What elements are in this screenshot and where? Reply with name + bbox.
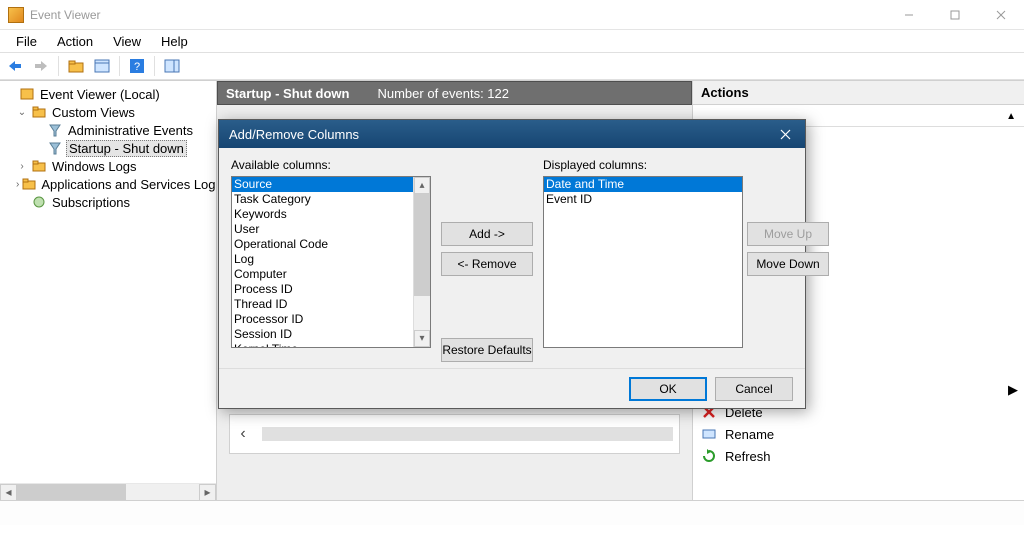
menu-help[interactable]: Help	[151, 32, 198, 51]
available-column-item[interactable]: Process ID	[232, 282, 430, 297]
tree-label: Applications and Services Log	[39, 177, 217, 192]
subscriptions-icon	[31, 194, 47, 210]
scroll-down-icon[interactable]: ▾	[414, 330, 430, 347]
available-column-item[interactable]: User	[232, 222, 430, 237]
tree-startup-shutdown[interactable]: Startup - Shut down	[0, 139, 216, 157]
tree-label: Administrative Events	[66, 123, 195, 138]
center-title: Startup - Shut down	[226, 86, 349, 101]
scroll-right-icon[interactable]: ▸	[199, 484, 216, 501]
tree-label: Startup - Shut down	[66, 140, 187, 157]
available-column-item[interactable]: Task Category	[232, 192, 430, 207]
folder-icon	[31, 104, 47, 120]
window-title: Event Viewer	[30, 8, 886, 22]
available-column-item[interactable]: Operational Code	[232, 237, 430, 252]
restore-defaults-button[interactable]: Restore Defaults	[441, 338, 533, 362]
tree-windows-logs[interactable]: › Windows Logs	[0, 157, 216, 175]
cancel-button[interactable]: Cancel	[715, 377, 793, 401]
app-icon	[8, 7, 24, 23]
refresh-icon	[701, 448, 717, 464]
toolbar-properties-button[interactable]	[91, 55, 113, 77]
dialog-footer: OK Cancel	[219, 368, 805, 408]
dialog-title: Add/Remove Columns	[229, 127, 359, 142]
remove-button[interactable]: <- Remove	[441, 252, 533, 276]
available-column-item[interactable]: Keywords	[232, 207, 430, 222]
action-label: Rename	[725, 427, 774, 442]
action-rename[interactable]: Rename	[693, 423, 1024, 445]
tree-apps-services[interactable]: › Applications and Services Log	[0, 175, 216, 193]
status-bar	[0, 500, 1024, 525]
move-down-button[interactable]: Move Down	[747, 252, 829, 276]
tree-label: Subscriptions	[50, 195, 132, 210]
add-remove-columns-dialog: Add/Remove Columns Available columns: Di…	[218, 119, 806, 409]
scroll-up-icon[interactable]: ▴	[414, 177, 430, 194]
dialog-close-button[interactable]	[765, 120, 805, 148]
expand-icon[interactable]: ›	[16, 179, 19, 190]
center-count: Number of events: 122	[377, 86, 509, 101]
tree-admin-events[interactable]: Administrative Events	[0, 121, 216, 139]
close-button[interactable]	[978, 0, 1024, 30]
actions-header: Actions	[693, 81, 1024, 105]
folder-icon	[31, 158, 47, 174]
maximize-button[interactable]	[932, 0, 978, 30]
available-column-item[interactable]: Processor ID	[232, 312, 430, 327]
displayed-column-item[interactable]: Event ID	[544, 192, 742, 207]
center-header: Startup - Shut down Number of events: 12…	[217, 81, 692, 105]
tree-root[interactable]: Event Viewer (Local)	[0, 85, 216, 103]
dialog-titlebar[interactable]: Add/Remove Columns	[219, 120, 805, 148]
expand-icon[interactable]: ›	[16, 161, 28, 172]
ok-button[interactable]: OK	[629, 377, 707, 401]
available-column-item[interactable]: Session ID	[232, 327, 430, 342]
scroll-left-icon[interactable]: ‹	[230, 415, 256, 453]
move-up-button[interactable]: Move Up	[747, 222, 829, 246]
titlebar: Event Viewer	[0, 0, 1024, 30]
horizontal-scrollbar[interactable]	[262, 427, 673, 441]
menu-file[interactable]: File	[6, 32, 47, 51]
scroll-thumb[interactable]	[414, 194, 430, 296]
scroll-track[interactable]	[17, 484, 199, 501]
toolbar-pane-button[interactable]	[161, 55, 183, 77]
svg-text:?: ?	[134, 61, 140, 73]
tree-label: Windows Logs	[50, 159, 139, 174]
available-column-item[interactable]: Kernel Time	[232, 342, 430, 348]
rename-icon	[701, 426, 717, 442]
toolbar: ?	[0, 52, 1024, 80]
available-columns-label: Available columns:	[231, 158, 431, 176]
action-label: Refresh	[725, 449, 771, 464]
toolbar-folder-button[interactable]	[65, 55, 87, 77]
forward-button[interactable]	[30, 55, 52, 77]
collapse-icon[interactable]: ▲	[1006, 111, 1016, 122]
available-columns-listbox[interactable]: SourceTask CategoryKeywordsUserOperation…	[231, 176, 431, 348]
displayed-columns-listbox[interactable]: Date and TimeEvent ID	[543, 176, 743, 348]
tree-root-label: Event Viewer (Local)	[38, 87, 162, 102]
tree-horizontal-scrollbar[interactable]: ◂ ▸	[0, 483, 216, 500]
available-column-item[interactable]: Log	[232, 252, 430, 267]
event-viewer-icon	[19, 86, 35, 102]
toolbar-help-button[interactable]: ?	[126, 55, 148, 77]
available-column-item[interactable]: Computer	[232, 267, 430, 282]
available-column-item[interactable]: Thread ID	[232, 297, 430, 312]
tree-custom-views[interactable]: ⌄ Custom Views	[0, 103, 216, 121]
scroll-left-icon[interactable]: ◂	[0, 484, 17, 501]
expand-icon[interactable]: ⌄	[16, 107, 28, 118]
tree-label: Custom Views	[50, 105, 137, 120]
menubar: File Action View Help	[0, 30, 1024, 52]
add-button[interactable]: Add ->	[441, 222, 533, 246]
back-button[interactable]	[4, 55, 26, 77]
available-column-item[interactable]: Source	[232, 177, 430, 192]
submenu-arrow-icon: ▶	[1008, 382, 1018, 398]
tree-pane[interactable]: Event Viewer (Local) ⌄ Custom Views Admi…	[0, 81, 217, 500]
minimize-button[interactable]	[886, 0, 932, 30]
displayed-column-item[interactable]: Date and Time	[544, 177, 742, 192]
displayed-columns-label: Displayed columns:	[543, 158, 743, 176]
listbox-scrollbar[interactable]: ▴ ▾	[413, 177, 430, 347]
folder-icon	[22, 176, 36, 192]
details-scroll-strip: ‹	[229, 414, 680, 454]
scroll-thumb[interactable]	[17, 484, 126, 501]
action-refresh[interactable]: Refresh	[693, 445, 1024, 467]
menu-action[interactable]: Action	[47, 32, 103, 51]
tree-subscriptions[interactable]: Subscriptions	[0, 193, 216, 211]
filter-icon	[47, 122, 63, 138]
menu-view[interactable]: View	[103, 32, 151, 51]
filter-icon	[47, 140, 63, 156]
